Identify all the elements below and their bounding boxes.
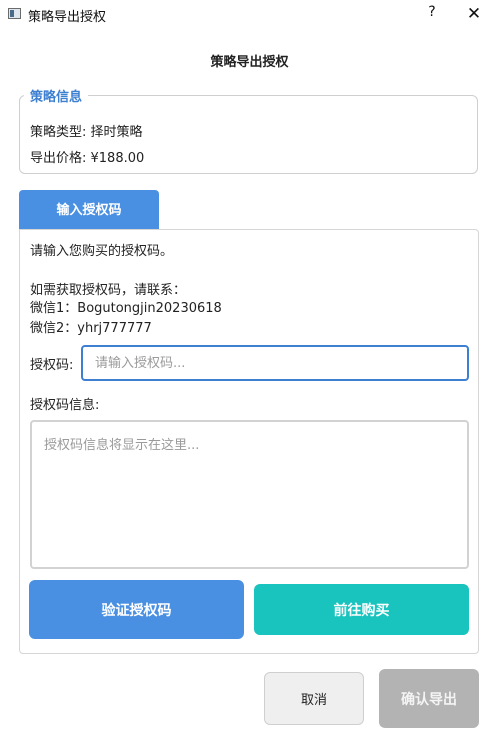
cancel-button[interactable]: 取消 <box>264 672 364 725</box>
strategy-type-text: 策略类型: 择时策略 <box>30 125 143 140</box>
strategy-info-legend: 策略信息 <box>24 86 89 105</box>
auth-info-label: 授权码信息: <box>30 398 100 413</box>
title-bar: 策略导出授权 ? ✕ <box>0 0 499 30</box>
prompt-text: 请输入您购买的授权码。 <box>30 244 174 259</box>
auth-code-label: 授权码: <box>30 358 74 373</box>
auth-code-input[interactable] <box>81 345 469 381</box>
window-title: 策略导出授权 <box>28 10 107 25</box>
wechat2-text: 微信2：yhrj777777 <box>30 321 152 336</box>
wechat1-text: 微信1：Bogutongjin20230618 <box>30 301 222 316</box>
verify-button[interactable]: 验证授权码 <box>29 580 244 639</box>
buy-button[interactable]: 前往购买 <box>254 584 469 635</box>
contact-intro-text: 如需获取授权码，请联系： <box>30 283 187 298</box>
export-price-text: 导出价格: ¥188.00 <box>30 151 145 166</box>
tab-enter-auth-code[interactable]: 输入授权码 <box>19 190 159 229</box>
close-icon[interactable]: ✕ <box>464 4 484 24</box>
app-icon <box>8 8 21 19</box>
dialog-heading: 策略导出授权 <box>210 55 289 70</box>
auth-info-textarea[interactable] <box>30 420 469 569</box>
confirm-export-button[interactable]: 确认导出 <box>379 669 479 728</box>
help-icon[interactable]: ? <box>424 4 440 24</box>
